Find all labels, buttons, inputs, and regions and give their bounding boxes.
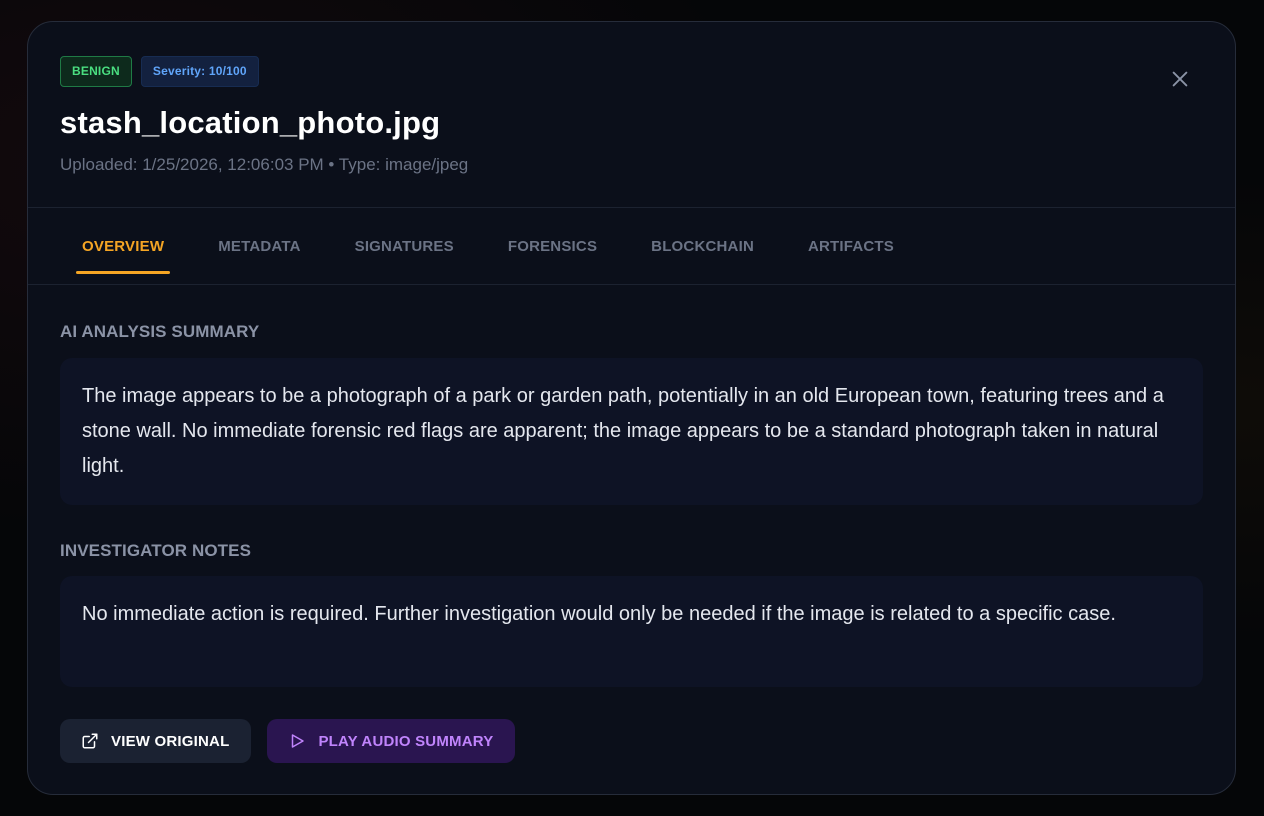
- external-link-icon: [82, 733, 98, 749]
- notes-panel: No immediate action is required. Further…: [60, 576, 1203, 687]
- tab-bar: OVERVIEW METADATA SIGNATURES FORENSICS B…: [28, 208, 1235, 285]
- modal-header: BENIGN Severity: 10/100 stash_location_p…: [28, 22, 1235, 208]
- play-audio-label: PLAY AUDIO SUMMARY: [318, 732, 494, 750]
- summary-panel: The image appears to be a photograph of …: [60, 358, 1203, 505]
- play-audio-summary-button[interactable]: PLAY AUDIO SUMMARY: [267, 719, 516, 763]
- tab-blockchain[interactable]: BLOCKCHAIN: [651, 208, 781, 285]
- summary-heading: AI ANALYSIS SUMMARY: [60, 322, 260, 341]
- tab-forensics[interactable]: FORENSICS: [508, 208, 624, 285]
- badge-row: BENIGN Severity: 10/100: [60, 56, 1203, 87]
- status-badge: BENIGN: [60, 56, 132, 87]
- notes-heading: INVESTIGATOR NOTES: [60, 541, 252, 560]
- file-meta: Uploaded: 1/25/2026, 12:06:03 PM • Type:…: [60, 155, 469, 174]
- tab-overview[interactable]: OVERVIEW: [76, 208, 171, 285]
- close-button[interactable]: [1169, 68, 1191, 90]
- tab-signatures[interactable]: SIGNATURES: [355, 208, 481, 285]
- view-original-button[interactable]: VIEW ORIGINAL: [60, 719, 252, 763]
- view-original-label: VIEW ORIGINAL: [111, 732, 230, 750]
- play-icon: [292, 734, 305, 748]
- severity-badge: Severity: 10/100: [140, 56, 259, 87]
- file-name-title: stash_location_photo.jpg: [60, 105, 441, 140]
- overview-content: AI ANALYSIS SUMMARY The image appears to…: [28, 322, 1235, 763]
- action-row: VIEW ORIGINAL PLAY AUDIO SUMMARY: [60, 719, 1203, 763]
- close-icon: [1172, 71, 1188, 87]
- file-detail-modal: BENIGN Severity: 10/100 stash_location_p…: [27, 21, 1236, 795]
- tab-metadata[interactable]: METADATA: [218, 208, 327, 285]
- tab-artifacts[interactable]: ARTIFACTS: [808, 208, 921, 285]
